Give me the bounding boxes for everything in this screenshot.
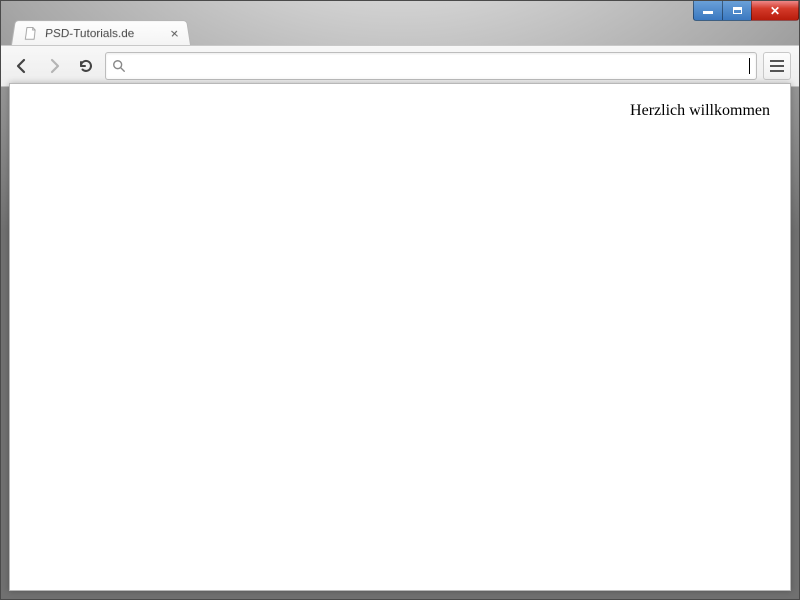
back-button[interactable] xyxy=(9,53,35,79)
address-input[interactable] xyxy=(132,55,742,77)
reload-button[interactable] xyxy=(73,53,99,79)
reload-icon xyxy=(77,57,95,75)
window-minimize-button[interactable] xyxy=(693,1,723,21)
welcome-heading: Herzlich willkommen xyxy=(630,102,770,119)
address-bar[interactable] xyxy=(105,52,757,80)
chrome-menu-button[interactable] xyxy=(763,52,791,80)
hamburger-icon xyxy=(770,60,784,62)
forward-arrow-icon xyxy=(45,57,63,75)
page-body: Herzlich willkommen xyxy=(10,84,790,138)
tab-strip: PSD-Tutorials.de × xyxy=(1,19,799,45)
window-close-button[interactable]: ✕ xyxy=(751,1,799,21)
browser-tab[interactable]: PSD-Tutorials.de × xyxy=(11,20,191,45)
text-caret xyxy=(749,58,750,74)
window-controls: ✕ xyxy=(694,1,799,21)
minimize-icon xyxy=(703,11,713,14)
toolbar xyxy=(1,45,799,87)
window-maximize-button[interactable] xyxy=(722,1,752,21)
viewport: Herzlich willkommen xyxy=(9,83,791,591)
browser-window: ✕ PSD-Tutorials.de × xyxy=(0,0,800,600)
tab-title: PSD-Tutorials.de xyxy=(45,26,135,39)
back-arrow-icon xyxy=(13,57,31,75)
forward-button[interactable] xyxy=(41,53,67,79)
page-icon xyxy=(23,26,38,39)
maximize-icon xyxy=(733,7,742,14)
search-icon xyxy=(112,59,126,73)
close-icon: ✕ xyxy=(770,4,780,18)
tab-close-button[interactable]: × xyxy=(169,26,179,39)
